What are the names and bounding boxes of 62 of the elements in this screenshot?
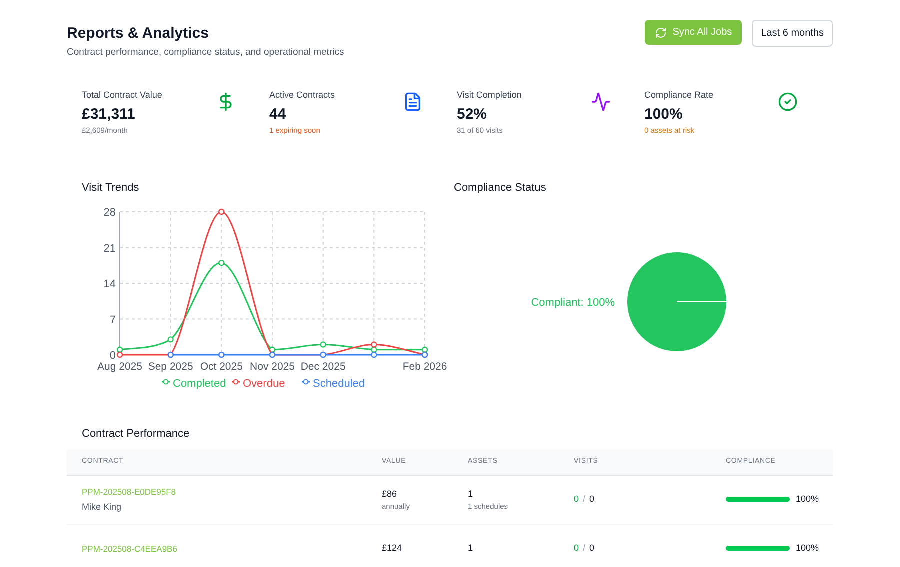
compliance-percent: 100% bbox=[796, 493, 820, 506]
kpi-value: £31,311 bbox=[82, 104, 136, 125]
x-tick-label: Feb 2026 bbox=[402, 360, 448, 372]
contract-link[interactable]: PPM-202508-C4EEA9B6 bbox=[82, 542, 382, 556]
x-tick-label: Dec 2025 bbox=[300, 360, 346, 372]
point bbox=[218, 259, 225, 266]
contract-link[interactable]: PPM-202508-E0DE95F8 bbox=[82, 486, 382, 499]
client-name: Mike King bbox=[82, 500, 123, 514]
y-tick-label: 7 bbox=[110, 314, 116, 326]
x-tick-label: Aug 2025 bbox=[98, 360, 142, 372]
legend-label: Scheduled bbox=[313, 378, 365, 390]
point bbox=[116, 351, 124, 358]
kpi-value: 100% bbox=[644, 104, 684, 125]
section-title: Contract Performance bbox=[81, 426, 191, 442]
page-title: Reports & Analytics bbox=[67, 24, 210, 44]
page-subtitle: Contract performance, compliance status, and operational metrics bbox=[67, 46, 344, 60]
kpi-label: Visit Completion bbox=[457, 89, 522, 102]
refresh-icon bbox=[654, 26, 667, 38]
sync-button[interactable]: Sync All Jobs bbox=[644, 20, 742, 45]
chart-title: Compliance Status bbox=[454, 181, 548, 196]
assets-cell-text: 1 bbox=[468, 542, 474, 556]
point bbox=[218, 208, 225, 215]
x-tick-label: Oct 2025 bbox=[200, 360, 243, 372]
kpi-value: 44 bbox=[270, 104, 288, 125]
visits-total: 0 bbox=[590, 493, 595, 506]
y-tick-label: 14 bbox=[104, 278, 116, 290]
point bbox=[218, 351, 225, 358]
period-select[interactable]: Last 6 months bbox=[752, 20, 833, 47]
legend-marker-icon bbox=[302, 378, 310, 384]
point bbox=[422, 346, 428, 352]
x-tick-label: Nov 2025 bbox=[250, 360, 295, 372]
visits-total: 0 bbox=[590, 542, 595, 556]
kpi-label: Compliance Rate bbox=[644, 89, 714, 102]
kpi-label: Active Contracts bbox=[270, 89, 336, 102]
chart-title: Visit Trends bbox=[82, 181, 140, 196]
legend-label: Overdue bbox=[243, 378, 286, 390]
point bbox=[168, 336, 174, 342]
point bbox=[371, 341, 378, 348]
point bbox=[371, 351, 378, 358]
legend-marker-icon bbox=[232, 378, 240, 384]
visits-done: 0 bbox=[574, 493, 580, 506]
document-icon bbox=[403, 92, 423, 112]
check-circle-icon bbox=[778, 92, 798, 112]
visits-separator: / bbox=[583, 542, 586, 556]
pulse-icon bbox=[590, 92, 610, 112]
y-tick-label: 21 bbox=[104, 242, 116, 254]
slice-label: Compliant: 100% bbox=[531, 296, 615, 308]
visits-done: 0 bbox=[574, 542, 580, 556]
point bbox=[320, 341, 326, 348]
point bbox=[116, 346, 124, 352]
value-cell-text: £86 bbox=[382, 488, 398, 501]
y-tick-label: 28 bbox=[104, 206, 116, 218]
compliance-percent: 100% bbox=[796, 542, 820, 556]
kpi-value: 52% bbox=[457, 104, 488, 125]
legend-label: Completed bbox=[173, 378, 226, 390]
x-tick-label: Sep 2025 bbox=[148, 360, 194, 372]
kpi-label: Total Contract Value bbox=[82, 89, 162, 102]
visits-separator: / bbox=[583, 493, 586, 506]
legend-marker-icon bbox=[162, 378, 170, 384]
assets-cell-text: 1 bbox=[468, 488, 474, 501]
y-tick-label: 0 bbox=[110, 350, 116, 362]
value-cell-text: £124 bbox=[382, 542, 404, 556]
